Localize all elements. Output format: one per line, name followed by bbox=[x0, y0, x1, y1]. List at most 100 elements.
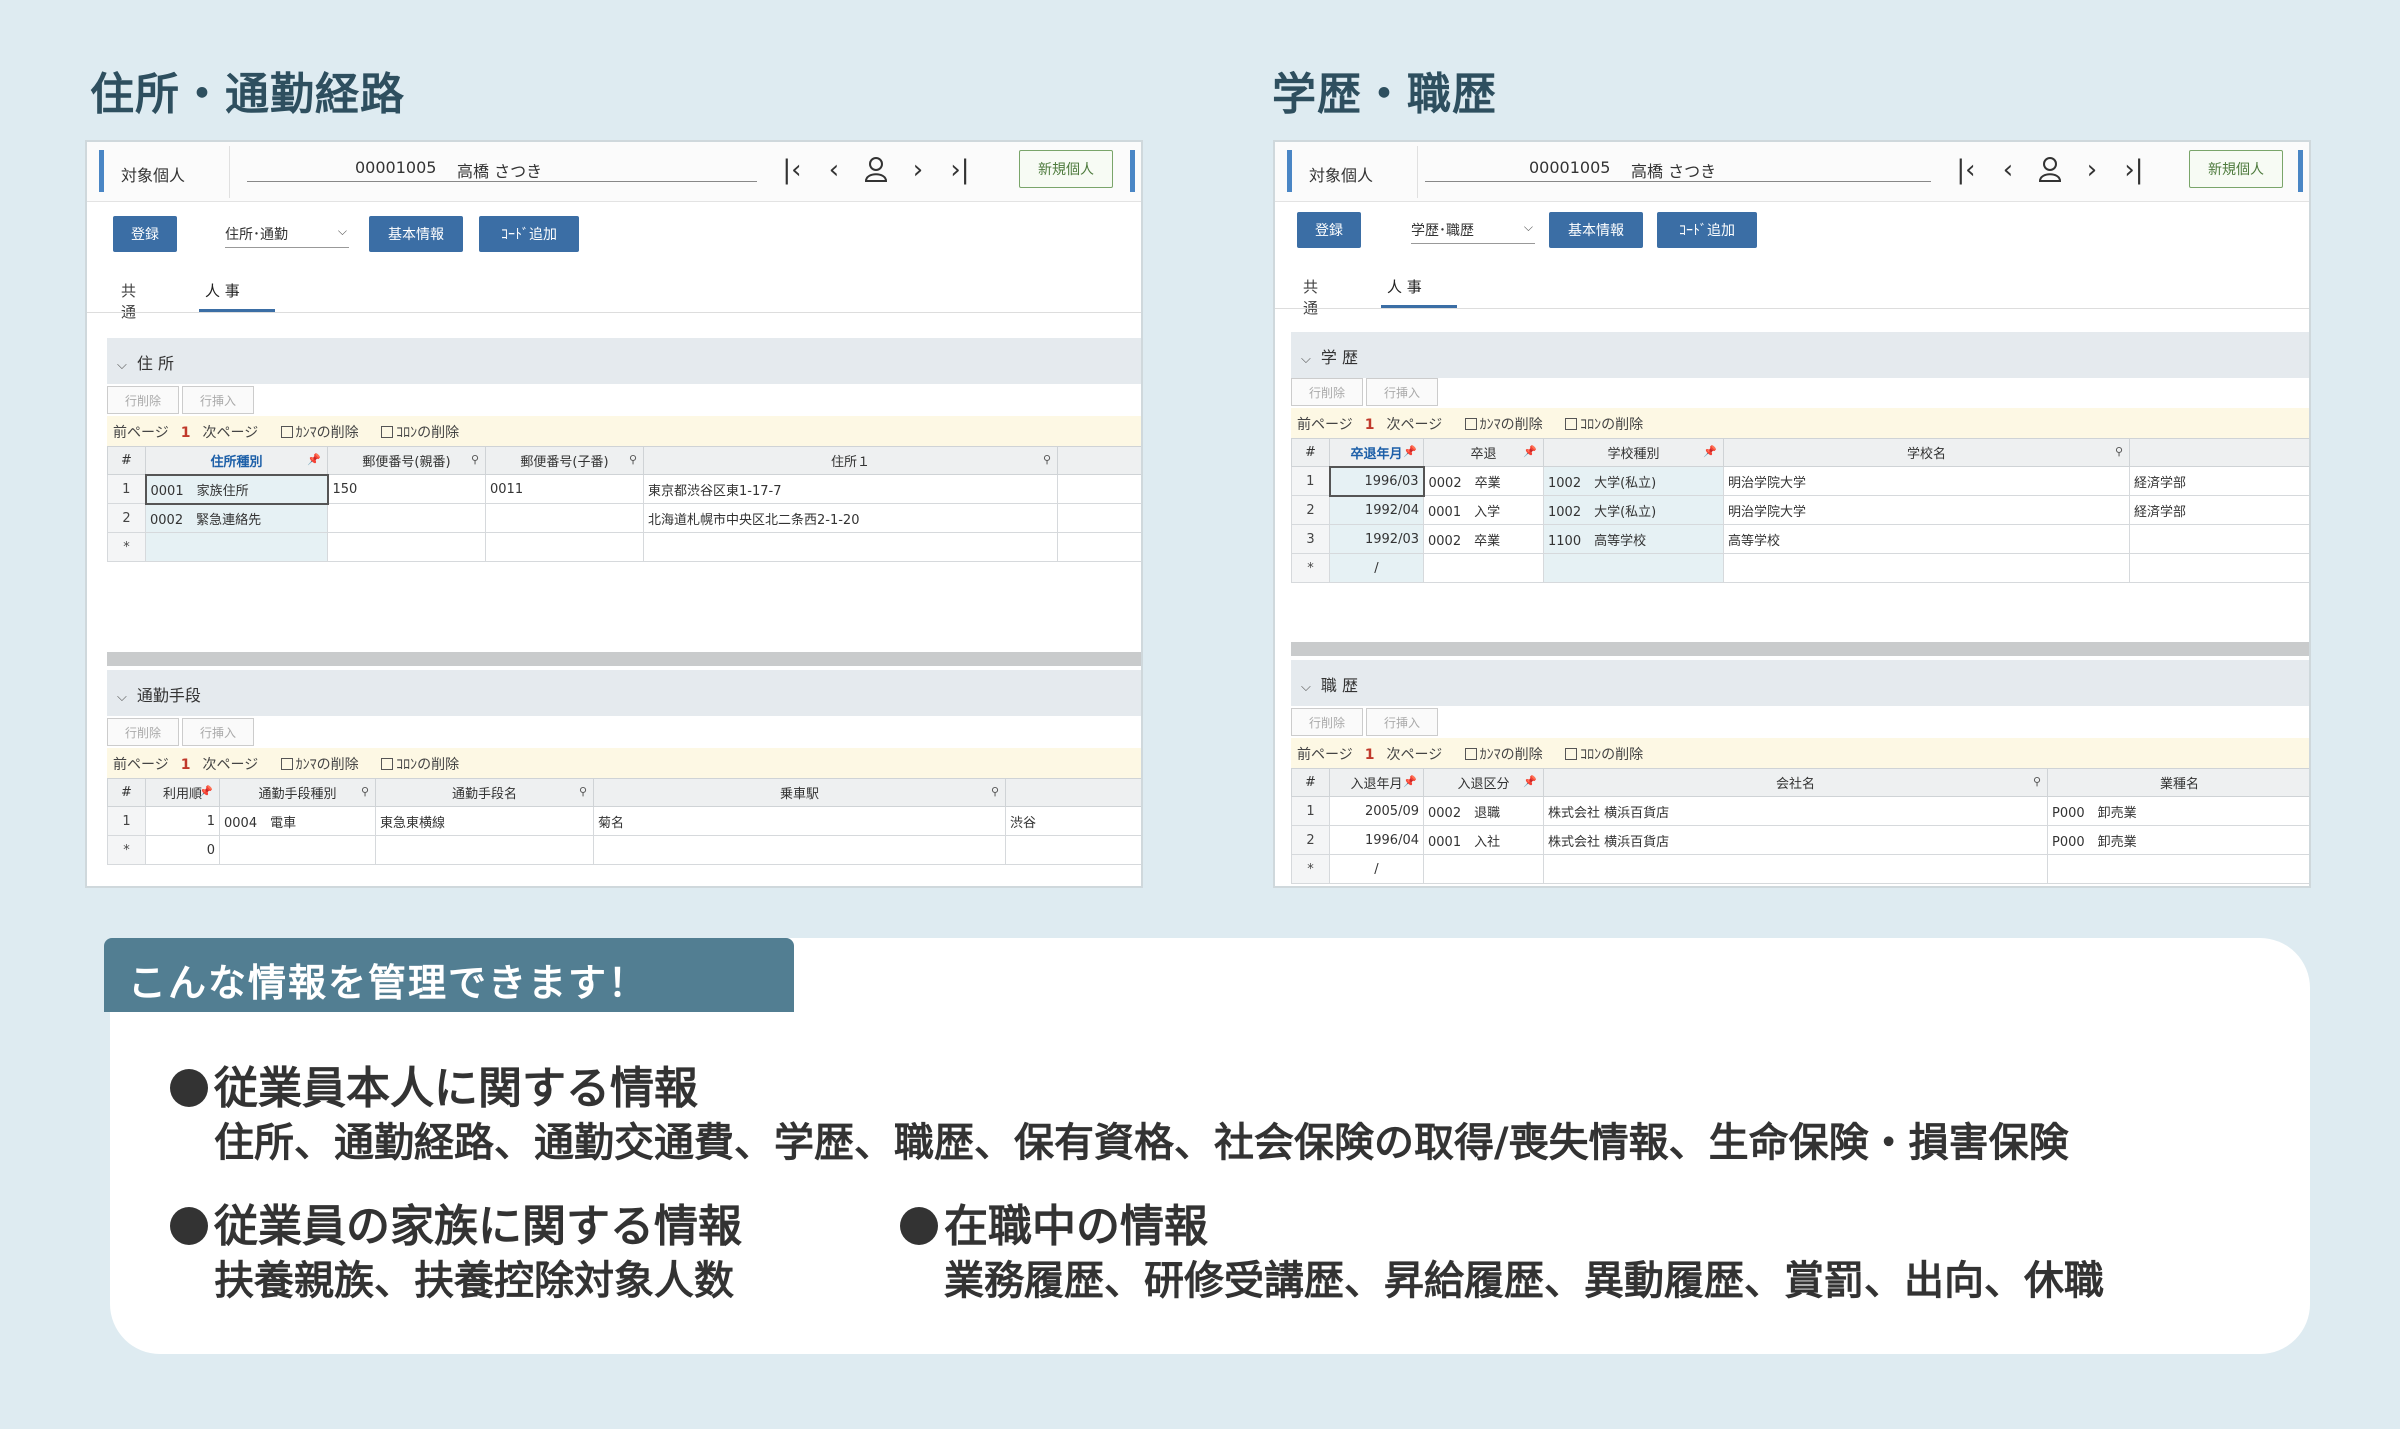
table-cell[interactable]: 0001 家族住所 bbox=[144, 473, 329, 505]
column-header-school-name[interactable]: 学校名 ⚲ bbox=[1723, 438, 2130, 467]
table-cell[interactable] bbox=[1723, 553, 2130, 583]
pin-icon[interactable]: ⚲ bbox=[1043, 453, 1051, 466]
insert-row-button[interactable]: 行挿入 bbox=[1366, 708, 1438, 736]
table-row[interactable]: 2 0002 緊急連絡先 北海道札幌市中央区北二条西2-1-20 bbox=[107, 503, 1141, 533]
address-group-header[interactable]: ⌵ 住 所 bbox=[107, 338, 1141, 384]
table-cell[interactable] bbox=[643, 532, 1058, 562]
remove-colon-checkbox[interactable] bbox=[1565, 748, 1578, 760]
pin-icon[interactable]: 📌 bbox=[1403, 775, 1417, 788]
delete-row-button[interactable]: 行削除 bbox=[107, 386, 179, 414]
register-button[interactable]: 登録 bbox=[113, 216, 177, 252]
delete-row-button[interactable]: 行削除 bbox=[107, 718, 179, 746]
remove-comma-checkbox[interactable] bbox=[280, 758, 293, 770]
tab-personnel[interactable]: 人 事 bbox=[199, 280, 275, 312]
screen-select[interactable]: 住所･通勤 ⌵ bbox=[225, 218, 349, 248]
table-cell[interactable]: P000 卸売業 bbox=[2047, 796, 2309, 826]
table-cell[interactable]: P000 卸売業 bbox=[2047, 825, 2309, 855]
column-header-boarding-station[interactable]: 乗車駅 ⚲ bbox=[593, 778, 1006, 807]
table-row[interactable]: 2 1996/04 0001 入社 株式会社 横浜百貨店 P000 卸売業 bbox=[1291, 825, 2309, 855]
delete-row-button[interactable]: 行削除 bbox=[1291, 378, 1363, 406]
next-record-icon[interactable]: › bbox=[905, 156, 931, 184]
first-record-icon[interactable]: |‹ bbox=[1953, 156, 1979, 184]
commute-group-header[interactable]: ⌵ 通勤手段 bbox=[107, 670, 1141, 716]
table-cell[interactable] bbox=[219, 835, 376, 865]
table-cell[interactable]: 1992/03 bbox=[1329, 524, 1424, 554]
table-row[interactable]: 1 0001 家族住所 150 0011 東京都渋谷区東1-17-7 bbox=[107, 473, 1141, 505]
table-cell[interactable] bbox=[2129, 524, 2309, 554]
table-cell[interactable]: 0001 入社 bbox=[1423, 825, 1544, 855]
column-header-industry[interactable]: 業種名 bbox=[2047, 768, 2309, 797]
column-header-commute-type[interactable]: 通勤手段種別 ⚲ bbox=[219, 778, 376, 807]
last-record-icon[interactable]: ›| bbox=[947, 156, 973, 184]
pin-icon[interactable]: ⚲ bbox=[579, 785, 587, 798]
table-cell[interactable]: 1100 高等学校 bbox=[1543, 524, 1724, 554]
pin-icon[interactable]: ⚲ bbox=[629, 453, 637, 466]
remove-comma-checkbox[interactable] bbox=[280, 426, 293, 438]
prev-page-link[interactable]: 前ページ bbox=[1297, 417, 1353, 433]
column-header-postal-parent[interactable]: 郵便番号(親番) ⚲ bbox=[327, 446, 486, 475]
table-cell[interactable] bbox=[2047, 854, 2309, 884]
table-cell[interactable]: 株式会社 横浜百貨店 bbox=[1543, 796, 2048, 826]
table-cell[interactable]: 1002 大学(私立) bbox=[1543, 495, 1724, 525]
remove-comma-checkbox[interactable] bbox=[1464, 748, 1477, 760]
table-cell[interactable]: 渋谷 bbox=[1005, 806, 1141, 836]
table-row[interactable]: 1 1996/03 0002 卒業 1002 大学(私立) 明治学院大学 経済学… bbox=[1291, 465, 2309, 497]
table-cell[interactable] bbox=[2129, 553, 2309, 583]
table-cell[interactable] bbox=[1057, 532, 1141, 562]
table-cell[interactable] bbox=[1543, 854, 2048, 884]
tab-common[interactable]: 共 通 bbox=[121, 280, 136, 322]
next-record-icon[interactable]: › bbox=[2079, 156, 2105, 184]
pin-icon[interactable]: 📌 bbox=[307, 453, 321, 466]
prev-page-link[interactable]: 前ページ bbox=[113, 757, 169, 773]
table-cell[interactable] bbox=[1057, 474, 1141, 504]
table-cell[interactable]: 1996/03 bbox=[1328, 465, 1425, 497]
horizontal-scrollbar[interactable] bbox=[1291, 642, 2309, 656]
prev-record-icon[interactable]: ‹ bbox=[821, 156, 847, 184]
basic-info-button[interactable]: 基本情報 bbox=[369, 216, 463, 252]
pin-icon[interactable]: 📌 bbox=[1523, 445, 1537, 458]
table-cell[interactable] bbox=[1057, 503, 1141, 533]
table-cell[interactable]: 株式会社 横浜百貨店 bbox=[1543, 825, 2048, 855]
column-header-join-date[interactable]: 入退年月 📌 bbox=[1329, 768, 1424, 797]
table-cell[interactable]: 菊名 bbox=[593, 806, 1006, 836]
insert-row-button[interactable]: 行挿入 bbox=[1366, 378, 1438, 406]
education-group-header[interactable]: ⌵ 学 歴 bbox=[1291, 332, 2309, 378]
table-row[interactable]: 1 2005/09 0002 退職 株式会社 横浜百貨店 P000 卸売業 bbox=[1291, 796, 2309, 826]
table-row[interactable]: * / bbox=[1291, 553, 2309, 583]
table-cell[interactable]: 0002 退職 bbox=[1423, 796, 1544, 826]
table-cell[interactable] bbox=[1423, 854, 1544, 884]
person-icon[interactable] bbox=[863, 156, 889, 190]
table-cell[interactable]: 経済学部 bbox=[2129, 466, 2309, 496]
table-cell[interactable]: 1992/04 bbox=[1329, 495, 1424, 525]
prev-record-icon[interactable]: ‹ bbox=[1995, 156, 2021, 184]
tab-common[interactable]: 共 通 bbox=[1303, 276, 1318, 318]
table-cell[interactable]: 0002 卒業 bbox=[1423, 524, 1544, 554]
remove-colon-checkbox[interactable] bbox=[381, 758, 394, 770]
table-cell[interactable]: 0002 卒業 bbox=[1423, 466, 1544, 496]
first-record-icon[interactable]: |‹ bbox=[779, 156, 805, 184]
horizontal-scrollbar[interactable] bbox=[107, 652, 1141, 666]
column-header-commute-name[interactable]: 通勤手段名 ⚲ bbox=[375, 778, 594, 807]
table-cell[interactable]: 東急東横線 bbox=[375, 806, 594, 836]
target-person-field[interactable]: 00001005 高橋 さつき bbox=[1425, 154, 1931, 182]
pin-icon[interactable]: 📌 bbox=[199, 785, 213, 798]
table-row[interactable]: 3 1992/03 0002 卒業 1100 高等学校 高等学校 bbox=[1291, 524, 2309, 554]
column-header-order[interactable]: 利用順 📌 bbox=[145, 778, 220, 807]
table-cell[interactable]: 1 bbox=[145, 806, 220, 836]
table-cell[interactable] bbox=[145, 532, 328, 562]
table-cell[interactable]: 高等学校 bbox=[1723, 524, 2130, 554]
table-cell[interactable] bbox=[1543, 553, 1724, 583]
column-header-address1[interactable]: 住所１ ⚲ bbox=[643, 446, 1058, 475]
column-header-join-type[interactable]: 入退区分 📌 bbox=[1423, 768, 1544, 797]
next-page-link[interactable]: 次ページ bbox=[1386, 747, 1442, 763]
add-code-button[interactable]: ｺｰﾄﾞ追加 bbox=[1657, 212, 1757, 248]
table-cell[interactable]: 明治学院大学 bbox=[1723, 495, 2130, 525]
table-cell[interactable] bbox=[593, 835, 1006, 865]
tab-personnel[interactable]: 人 事 bbox=[1381, 276, 1457, 308]
screen-select[interactable]: 学歴･職歴 ⌵ bbox=[1411, 214, 1535, 244]
next-page-link[interactable]: 次ページ bbox=[202, 757, 258, 773]
table-cell[interactable] bbox=[327, 503, 486, 533]
table-cell[interactable]: 150 bbox=[327, 474, 486, 504]
next-page-link[interactable]: 次ページ bbox=[1386, 417, 1442, 433]
prev-page-link[interactable]: 前ページ bbox=[1297, 747, 1353, 763]
